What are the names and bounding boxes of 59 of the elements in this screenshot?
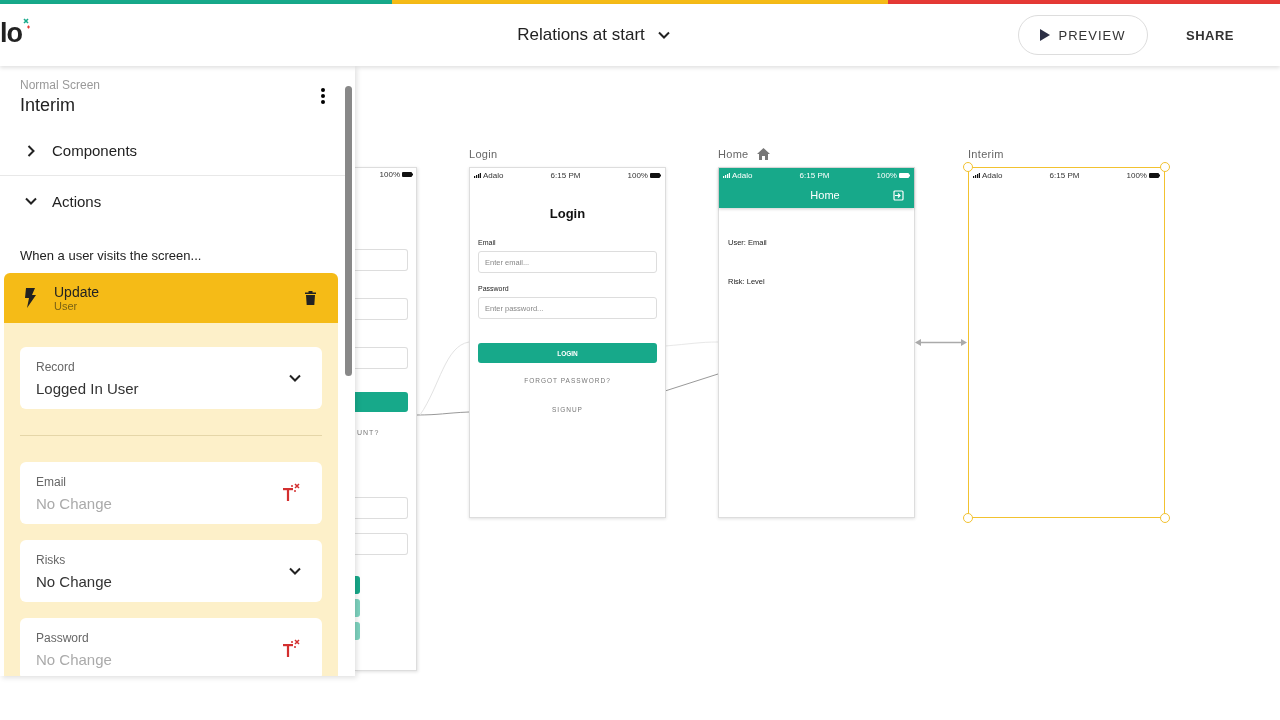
- connector-arrow: [915, 339, 967, 346]
- resize-handle[interactable]: [1160, 513, 1170, 523]
- lightning-icon: [24, 288, 36, 308]
- logout-icon: [893, 189, 904, 201]
- battery-icon: [899, 172, 910, 178]
- resize-handle[interactable]: [963, 513, 973, 523]
- action-header[interactable]: Update User: [4, 273, 338, 323]
- magic-text-icon[interactable]: [282, 639, 302, 659]
- connector-line: [664, 341, 719, 347]
- battery-icon: [650, 172, 661, 178]
- button-shape: [355, 622, 360, 640]
- carrier-text: Adalo: [483, 170, 504, 180]
- status-time: 6:15 PM: [1049, 170, 1080, 180]
- button-shape: [355, 599, 360, 617]
- more-icon[interactable]: [321, 88, 325, 104]
- battery-text: 100%: [379, 170, 400, 179]
- project-title[interactable]: Relations at start: [513, 21, 675, 49]
- section-toggle[interactable]: Actions: [0, 176, 345, 226]
- magic-text-icon[interactable]: [282, 483, 302, 503]
- battery-icon: [1149, 172, 1160, 178]
- battery-text: 100%: [627, 170, 648, 180]
- home-icon: [756, 148, 770, 160]
- screen-label[interactable]: Interim: [968, 148, 1004, 160]
- status-time: 6:15 PM: [550, 170, 581, 180]
- share-button[interactable]: SHARE: [1181, 23, 1238, 47]
- scrollbar[interactable]: [345, 86, 352, 376]
- signal-icon: [973, 172, 980, 178]
- trigger-text: When a user visits the screen...: [20, 248, 203, 263]
- action-title: Update: [54, 284, 101, 300]
- status-time: 6:15 PM: [799, 170, 830, 180]
- select-field[interactable]: Risks No Change: [20, 540, 322, 602]
- sparkle-icon: [22, 17, 30, 32]
- header-title: Home: [809, 189, 841, 201]
- signal-icon: [474, 172, 481, 178]
- action-subtitle: User: [54, 300, 79, 312]
- text-field[interactable]: Email No Change: [20, 462, 322, 524]
- text-field[interactable]: Password No Change: [20, 618, 322, 676]
- screen-label[interactable]: Login: [469, 148, 498, 160]
- screen-label[interactable]: Home: [718, 148, 749, 160]
- screen-frame[interactable]: Adalo 6:15 PM 100%: [968, 167, 1165, 518]
- screen-type: Normal Screen: [20, 78, 101, 92]
- screen-title: Login: [548, 206, 587, 221]
- carrier-text: Adalo: [732, 170, 753, 180]
- record-select[interactable]: Record Logged In User: [20, 347, 322, 409]
- signal-icon: [723, 172, 730, 178]
- logo[interactable]: lo: [0, 17, 22, 49]
- button-shape: [355, 392, 408, 412]
- battery-icon: [402, 172, 413, 177]
- play-icon: [1040, 29, 1051, 41]
- trash-icon[interactable]: [305, 291, 316, 305]
- button-shape: [355, 576, 360, 594]
- resize-handle[interactable]: [1160, 162, 1170, 172]
- resize-handle[interactable]: [963, 162, 973, 172]
- battery-text: 100%: [1126, 170, 1147, 180]
- battery-text: 100%: [876, 170, 897, 180]
- preview-button[interactable]: PREVIEW: [1017, 15, 1148, 55]
- screen-name: Interim: [20, 95, 76, 116]
- carrier-text: Adalo: [982, 170, 1003, 180]
- connector-line: [664, 373, 719, 392]
